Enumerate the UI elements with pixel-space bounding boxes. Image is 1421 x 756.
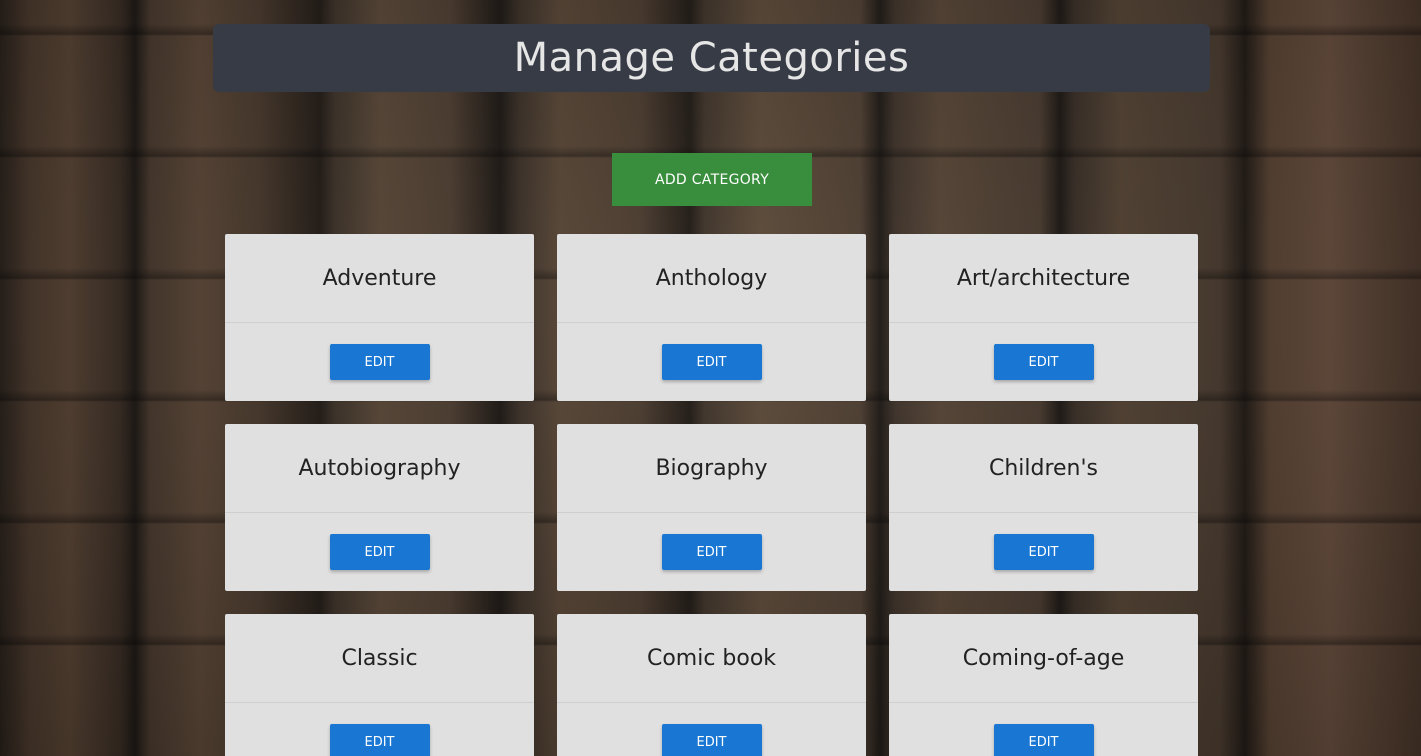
category-card: Classic EDIT xyxy=(225,614,534,756)
category-card: Anthology EDIT xyxy=(557,234,866,401)
edit-button[interactable]: EDIT xyxy=(661,534,762,570)
edit-button[interactable]: EDIT xyxy=(329,344,430,380)
category-name: Anthology xyxy=(557,234,866,323)
category-name: Coming-of-age xyxy=(889,614,1198,703)
page-title: Manage Categories xyxy=(513,35,910,81)
page: Manage Categories ADD CATEGORY Adventure… xyxy=(0,0,1421,756)
category-card: Art/architecture EDIT xyxy=(889,234,1198,401)
category-card: Children's EDIT xyxy=(889,424,1198,591)
card-actions: EDIT xyxy=(557,703,866,756)
edit-button[interactable]: EDIT xyxy=(661,344,762,380)
category-card: Comic book EDIT xyxy=(557,614,866,756)
category-name: Art/architecture xyxy=(889,234,1198,323)
card-actions: EDIT xyxy=(225,513,534,591)
edit-button[interactable]: EDIT xyxy=(993,344,1094,380)
edit-button[interactable]: EDIT xyxy=(993,534,1094,570)
category-name: Classic xyxy=(225,614,534,703)
category-name: Comic book xyxy=(557,614,866,703)
edit-button[interactable]: EDIT xyxy=(661,724,762,756)
category-card: Autobiography EDIT xyxy=(225,424,534,591)
page-header: Manage Categories xyxy=(213,24,1210,92)
category-name: Adventure xyxy=(225,234,534,323)
edit-button[interactable]: EDIT xyxy=(993,724,1094,756)
category-card: Coming-of-age EDIT xyxy=(889,614,1198,756)
card-actions: EDIT xyxy=(889,513,1198,591)
category-grid: Adventure EDIT Anthology EDIT Art/archit… xyxy=(225,234,1198,756)
card-actions: EDIT xyxy=(225,703,534,756)
edit-button[interactable]: EDIT xyxy=(329,534,430,570)
edit-button[interactable]: EDIT xyxy=(329,724,430,756)
card-actions: EDIT xyxy=(889,703,1198,756)
category-name: Children's xyxy=(889,424,1198,513)
card-actions: EDIT xyxy=(557,323,866,401)
card-actions: EDIT xyxy=(889,323,1198,401)
card-actions: EDIT xyxy=(557,513,866,591)
category-card: Adventure EDIT xyxy=(225,234,534,401)
category-name: Biography xyxy=(557,424,866,513)
add-category-button[interactable]: ADD CATEGORY xyxy=(612,153,812,206)
category-card: Biography EDIT xyxy=(557,424,866,591)
card-actions: EDIT xyxy=(225,323,534,401)
category-name: Autobiography xyxy=(225,424,534,513)
